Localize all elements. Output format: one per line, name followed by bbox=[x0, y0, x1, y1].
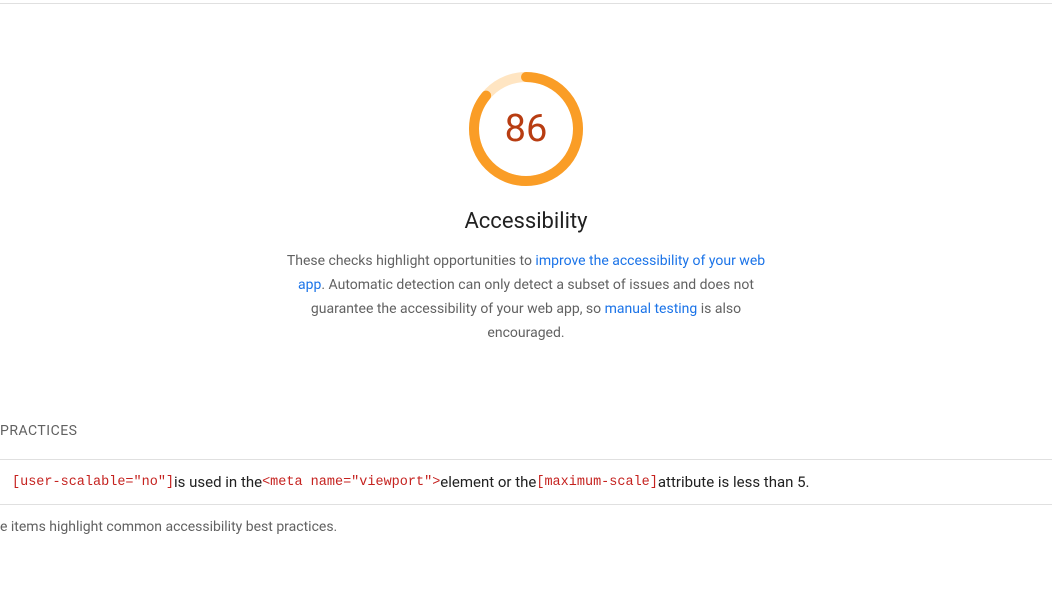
link-manual-testing[interactable]: manual testing bbox=[605, 301, 698, 317]
code-maximum-scale: [maximum-scale] bbox=[536, 475, 658, 490]
audit-text-3: attribute is less than 5. bbox=[658, 473, 810, 491]
score-gauge: 86 bbox=[466, 69, 586, 189]
audit-item[interactable]: [user-scalable="no"] is used in the <met… bbox=[0, 459, 1052, 505]
description-text-1: These checks highlight opportunities to bbox=[287, 253, 536, 269]
category-description: These checks highlight opportunities to … bbox=[284, 249, 769, 345]
score-value: 86 bbox=[466, 69, 586, 189]
audit-text-1: is used in the bbox=[174, 473, 262, 491]
code-user-scalable: [user-scalable="no"] bbox=[12, 475, 174, 490]
category-title: Accessibility bbox=[464, 209, 587, 234]
audit-text-2: element or the bbox=[440, 473, 536, 491]
score-section: 86 Accessibility These checks highlight … bbox=[0, 4, 1052, 345]
code-meta-viewport: <meta name="viewport"> bbox=[262, 475, 440, 490]
section-heading-practices: PRACTICES bbox=[0, 423, 1052, 439]
footer-note: e items highlight common accessibility b… bbox=[0, 519, 1052, 535]
